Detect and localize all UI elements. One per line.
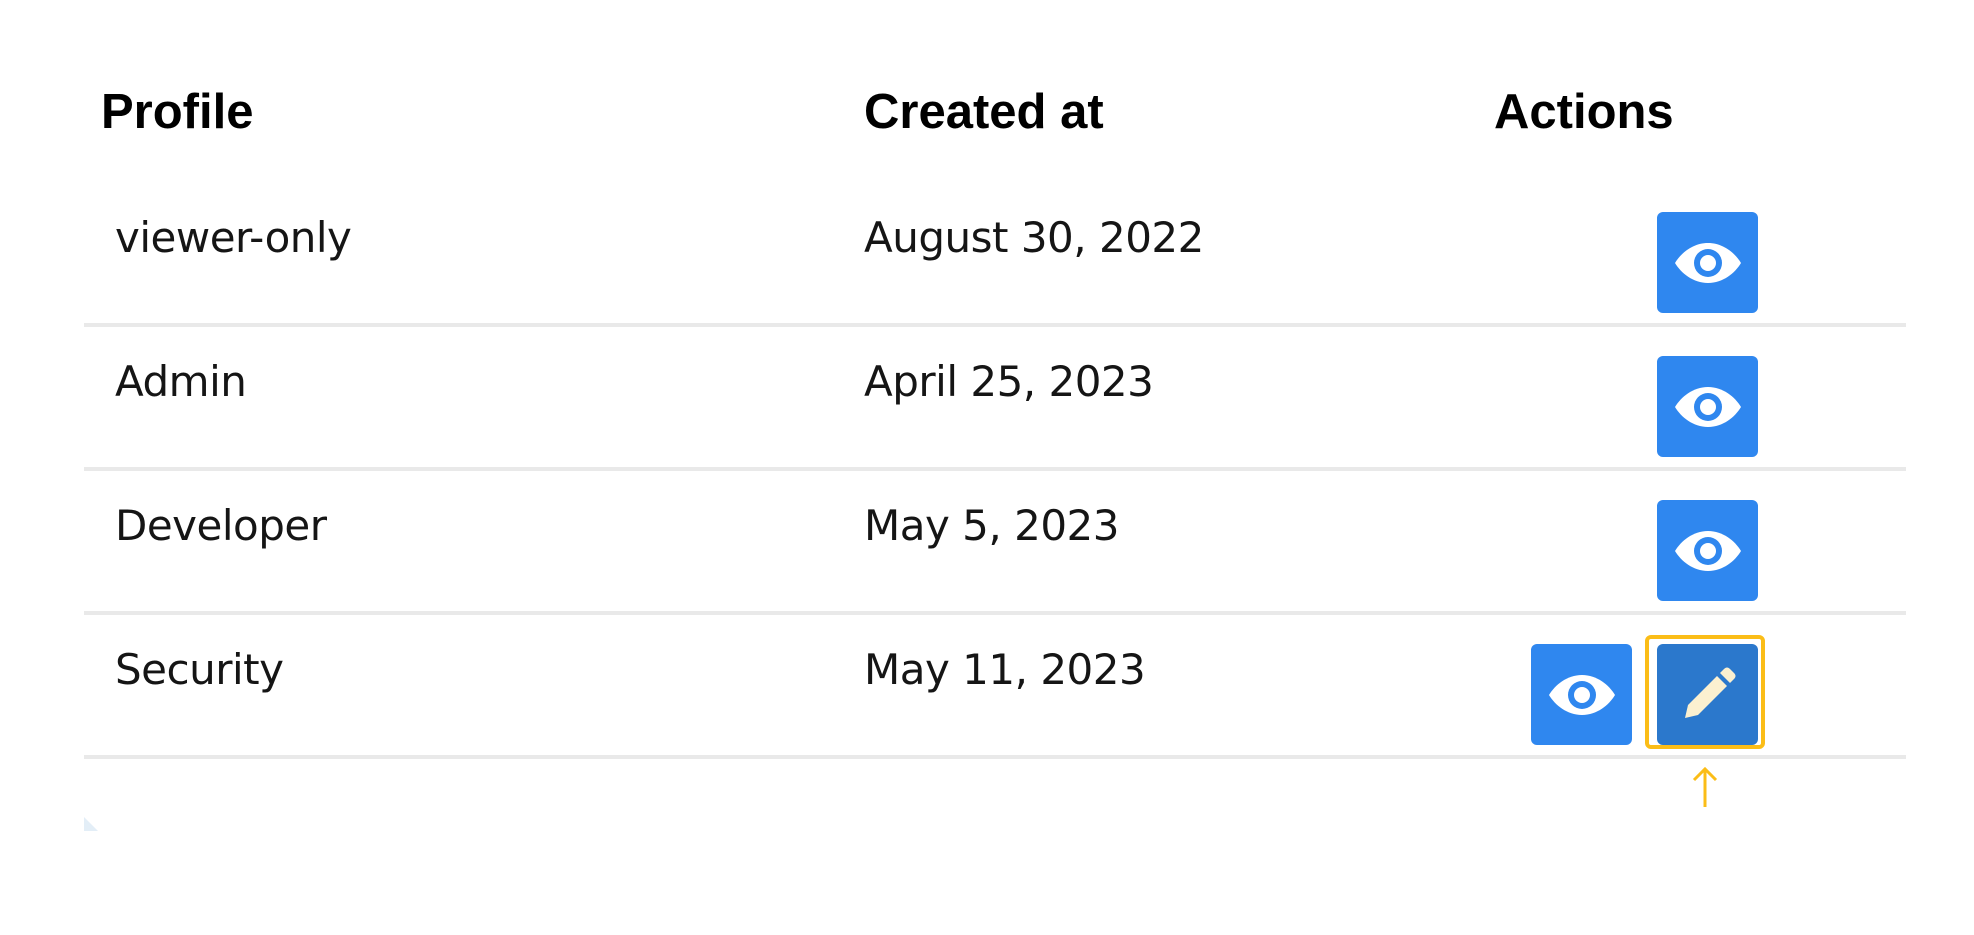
view-button[interactable] <box>1657 212 1758 313</box>
created-at-date: April 25, 2023 <box>864 357 1154 406</box>
created-at-date: May 11, 2023 <box>864 645 1146 694</box>
column-header-actions: Actions <box>1494 85 1674 139</box>
edit-button[interactable] <box>1657 644 1758 745</box>
view-button[interactable] <box>1657 500 1758 601</box>
table-row: Admin April 25, 2023 <box>84 327 1906 471</box>
row-divider <box>84 755 1906 759</box>
profile-name: Developer <box>115 501 327 550</box>
view-button[interactable] <box>1657 356 1758 457</box>
eye-icon <box>1674 242 1741 283</box>
column-header-profile: Profile <box>101 85 254 139</box>
eye-icon <box>1674 386 1741 427</box>
profile-name: Admin <box>115 357 247 406</box>
eye-icon <box>1674 530 1741 571</box>
arrow-up-icon <box>1692 766 1718 807</box>
created-at-date: August 30, 2022 <box>864 213 1204 262</box>
corner-decoration <box>84 817 98 831</box>
column-header-created-at: Created at <box>864 85 1104 139</box>
profile-name: Security <box>115 645 284 694</box>
profile-name: viewer-only <box>115 213 352 262</box>
table-row: Developer May 5, 2023 <box>84 471 1906 615</box>
table-row: Security May 11, 2023 <box>84 615 1906 807</box>
pencil-icon <box>1684 667 1735 718</box>
created-at-date: May 5, 2023 <box>864 501 1120 550</box>
eye-icon <box>1548 674 1615 715</box>
view-button[interactable] <box>1531 644 1632 745</box>
table-row: viewer-only August 30, 2022 <box>84 183 1906 327</box>
